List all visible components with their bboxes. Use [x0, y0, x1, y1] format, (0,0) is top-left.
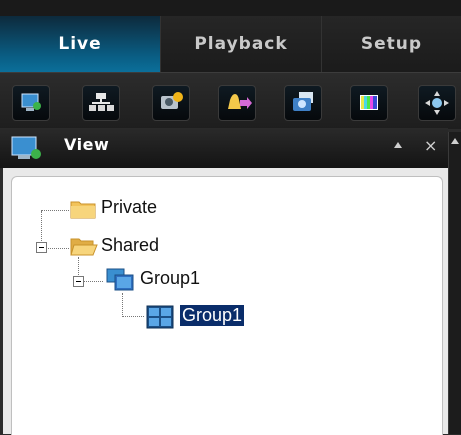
- network-button[interactable]: [82, 85, 120, 121]
- layout-grid-icon: [146, 305, 174, 329]
- group-icon: [106, 268, 134, 291]
- close-icon[interactable]: ×: [424, 136, 437, 155]
- expand-toggle-icon[interactable]: [73, 276, 84, 287]
- tree-connector: [122, 316, 144, 317]
- network-icon: [89, 93, 114, 111]
- expand-toggle-icon[interactable]: [36, 242, 47, 253]
- tree-item-label: Private: [101, 197, 158, 217]
- snapshot-icon: [293, 92, 313, 111]
- color-bars-button[interactable]: [350, 85, 388, 121]
- toolbar: [0, 72, 461, 129]
- vertical-scrollbar[interactable]: [448, 132, 461, 434]
- tree-item-label-selected: Group1: [178, 304, 246, 327]
- tree-connector: [41, 210, 69, 211]
- alarm-button[interactable]: [218, 85, 256, 121]
- snapshot-button[interactable]: [284, 85, 322, 121]
- folder-icon: [70, 201, 96, 219]
- folder-open-icon: [70, 238, 98, 256]
- view-panel-title: View: [64, 135, 110, 154]
- tree-connector: [122, 293, 123, 317]
- tree-connector: [46, 248, 69, 249]
- view-tree: Private Shared Group1 Group1: [11, 176, 443, 435]
- camera-settings-icon: [161, 92, 183, 109]
- camera-view-button[interactable]: [12, 85, 50, 121]
- tab-playback[interactable]: Playback: [161, 16, 322, 72]
- camera-view-icon: [21, 93, 41, 111]
- collapse-icon[interactable]: [394, 142, 402, 148]
- tree-item-label: Shared: [101, 235, 160, 255]
- view-icon: [11, 136, 41, 159]
- view-panel: Private Shared Group1 Group1: [3, 168, 448, 435]
- view-panel-header: View ×: [0, 128, 448, 168]
- tree-connector: [83, 281, 103, 282]
- ptz-control-button[interactable]: [418, 85, 456, 121]
- tab-setup[interactable]: Setup: [322, 16, 461, 72]
- tab-live[interactable]: Live: [0, 16, 161, 72]
- main-tabs: Live Playback Setup: [0, 16, 461, 72]
- tree-item-label: Group1: [140, 268, 201, 288]
- color-bars-icon: [360, 95, 378, 110]
- alarm-bell-icon: [228, 94, 252, 109]
- title-strip: [0, 0, 461, 16]
- camera-settings-button[interactable]: [152, 85, 190, 121]
- ptz-control-icon: [425, 91, 449, 115]
- scroll-up-icon[interactable]: [451, 138, 459, 144]
